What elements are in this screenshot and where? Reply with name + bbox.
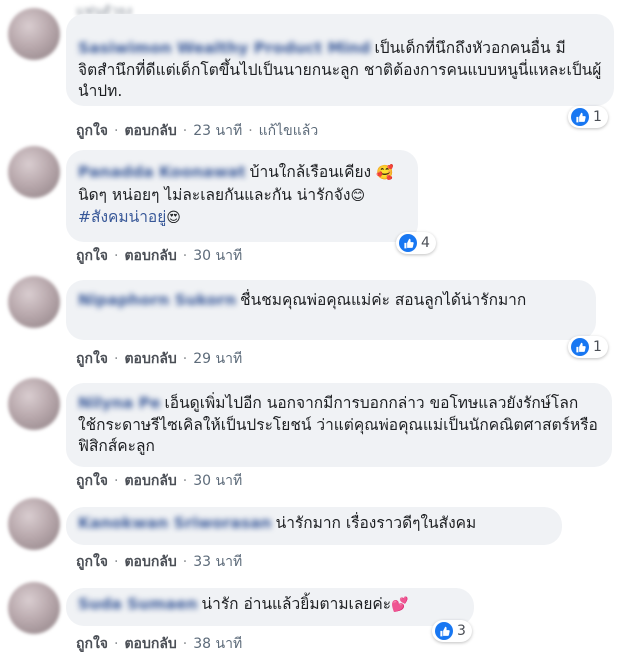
comment-author[interactable]: Kanokwan Sriworasan: [78, 514, 272, 532]
top-partial-label: แฟนตัวยง: [76, 4, 133, 19]
comment-author[interactable]: Nilyna Pe: [78, 394, 160, 412]
comment-meta: ถูกใจ · ตอบกลับ · 23 นาที · แก้ไขแล้ว: [76, 123, 319, 139]
comment-author[interactable]: Suda Sumaen: [78, 595, 198, 613]
like-link[interactable]: ถูกใจ: [76, 554, 108, 570]
like-link[interactable]: ถูกใจ: [76, 248, 108, 264]
edited-label[interactable]: แก้ไขแล้ว: [259, 123, 319, 139]
comment-bubble: Sasiwimon Wealthy Product Mind เป็นเด็กที…: [66, 14, 614, 106]
thumbs-up-icon: [399, 234, 417, 252]
comment-meta: ถูกใจ · ตอบกลับ · 29 นาที: [76, 351, 243, 367]
smiling-hearts-emoji: 🥰: [376, 165, 394, 181]
like-link[interactable]: ถูกใจ: [76, 636, 108, 652]
comment-time[interactable]: 38 นาที: [193, 636, 242, 652]
reply-link[interactable]: ตอบกลับ: [124, 473, 176, 489]
comment-text: นิดๆ หน่อยๆ ไม่ละเลยกันและกัน น่ารักจัง: [78, 185, 351, 204]
comment-author[interactable]: Panadda Koonawat: [78, 163, 246, 181]
comment-author[interactable]: Sasiwimon Wealthy Product Mind: [78, 39, 370, 57]
like-link[interactable]: ถูกใจ: [76, 351, 108, 367]
heart-eyes-emoji: 😍: [166, 210, 181, 226]
reaction-count[interactable]: 3: [432, 620, 472, 642]
comment-time[interactable]: 23 นาที: [193, 123, 242, 139]
avatar[interactable]: [8, 146, 60, 198]
reply-link[interactable]: ตอบกลับ: [124, 636, 176, 652]
comment-bubble: Panadda Koonawat บ้านใกล้เรือนเคียง 🥰 นิด…: [66, 150, 418, 242]
comment-meta: ถูกใจ · ตอบกลับ · 30 นาที: [76, 473, 243, 489]
comment-meta: ถูกใจ · ตอบกลับ · 33 นาที: [76, 554, 243, 570]
smile-emoji: 😊: [350, 187, 366, 204]
thumbs-up-icon: [571, 338, 589, 356]
comment-time[interactable]: 30 นาที: [193, 248, 242, 264]
comment-time[interactable]: 29 นาที: [193, 351, 242, 367]
reaction-number: 1: [593, 109, 602, 125]
reaction-number: 1: [593, 339, 602, 355]
reaction-number: 3: [457, 623, 466, 639]
comment-meta: ถูกใจ · ตอบกลับ · 38 นาที: [76, 636, 243, 652]
like-link[interactable]: ถูกใจ: [76, 473, 108, 489]
avatar[interactable]: [8, 582, 60, 634]
two-hearts-emoji: 💕: [391, 597, 409, 613]
thumbs-up-icon: [571, 108, 589, 126]
avatar[interactable]: [8, 498, 60, 550]
reaction-count[interactable]: 4: [396, 232, 436, 254]
comment-text: ชื่นชมคุณพ่อคุณแม่ค่ะ สอนลูกได้น่ารักมาก: [240, 291, 527, 309]
like-link[interactable]: ถูกใจ: [76, 123, 108, 139]
comment-text: บ้านใกล้เรือนเคียง: [249, 163, 372, 181]
reply-link[interactable]: ตอบกลับ: [124, 554, 176, 570]
avatar[interactable]: [8, 378, 60, 430]
thumbs-up-icon: [435, 622, 453, 640]
avatar[interactable]: [8, 8, 60, 60]
reaction-count[interactable]: 1: [568, 106, 608, 128]
reaction-number: 4: [421, 235, 430, 251]
comment-time[interactable]: 30 นาที: [193, 473, 242, 489]
reply-link[interactable]: ตอบกลับ: [124, 123, 176, 139]
avatar[interactable]: [8, 276, 60, 328]
comment-text: น่ารัก อ่านแล้วยิ้มตามเลยค่ะ: [201, 595, 392, 613]
comment-bubble: Nipaphorn Sukorn ชื่นชมคุณพ่อคุณแม่ค่ะ สอ…: [66, 280, 596, 340]
comment-bubble: Kanokwan Sriworasan น่ารักมาก เรื่องราวดี…: [66, 507, 562, 545]
reply-link[interactable]: ตอบกลับ: [124, 248, 176, 264]
reply-link[interactable]: ตอบกลับ: [124, 351, 176, 367]
comment-author[interactable]: Nipaphorn Sukorn: [78, 291, 236, 309]
comment-bubble: Suda Sumaen น่ารัก อ่านแล้วยิ้มตามเลยค่ะ💕: [66, 588, 474, 626]
hashtag-link[interactable]: #สังคมน่าอยู่: [78, 208, 166, 226]
comment-time[interactable]: 33 นาที: [193, 554, 242, 570]
comment-text: น่ารักมาก เรื่องราวดีๆในสังคม: [275, 514, 477, 532]
comment-bubble: Nilyna Pe เอ็นดูเพิ่มไปอีก นอกจากมีการบอก…: [66, 383, 612, 467]
comment-meta: ถูกใจ · ตอบกลับ · 30 นาที: [76, 248, 243, 264]
reaction-count[interactable]: 1: [568, 336, 608, 358]
